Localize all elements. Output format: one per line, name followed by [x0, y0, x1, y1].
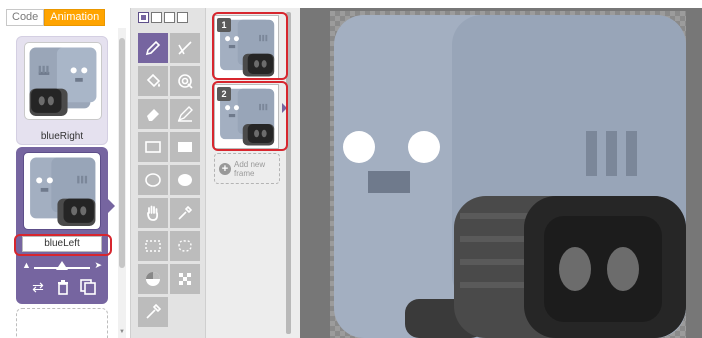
- frame-thumbnail-1[interactable]: 1: [214, 15, 279, 80]
- tab-code[interactable]: Code: [6, 9, 45, 26]
- transparency-icon[interactable]: [170, 264, 200, 294]
- animation-speed-slider[interactable]: ▲ ➤: [22, 258, 102, 272]
- rectangle-outline-icon[interactable]: [138, 132, 168, 162]
- frames-scrollbar[interactable]: [286, 12, 291, 334]
- ellipse-outline-icon[interactable]: [138, 165, 168, 195]
- frame-number-badge: 1: [217, 18, 231, 32]
- frame-thumbnail-2[interactable]: 2: [214, 84, 279, 149]
- turtle-icon: ▲: [22, 260, 31, 270]
- frame-number-badge: 2: [217, 87, 231, 101]
- scroll-down-icon[interactable]: ▼: [119, 329, 125, 335]
- eraser-icon[interactable]: [138, 99, 168, 129]
- brush-size-selector: [138, 12, 188, 23]
- robot-canvas-image: [334, 15, 686, 338]
- selected-frame-pointer: [282, 103, 287, 113]
- drawing-canvas[interactable]: [330, 11, 686, 338]
- lasso-freeform-icon[interactable]: [170, 231, 200, 261]
- eyedropper-icon[interactable]: [170, 198, 200, 228]
- trash-icon[interactable]: [55, 279, 71, 295]
- brush-size-1[interactable]: [138, 12, 149, 23]
- robot-right-image: [29, 47, 97, 116]
- animation-list: blueRight blueLeft ▲ ➤ ⇄: [8, 28, 116, 338]
- rabbit-icon: ➤: [94, 260, 102, 270]
- brush-size-2[interactable]: [151, 12, 162, 23]
- tool-palette: [130, 8, 206, 338]
- add-frame-label: Add new frame: [234, 159, 266, 178]
- fill-bucket-icon[interactable]: [138, 66, 168, 96]
- hand-icon[interactable]: [138, 198, 168, 228]
- loop-icon[interactable]: ⇄: [30, 279, 46, 295]
- animation-name-field[interactable]: blueLeft: [22, 236, 102, 252]
- ellipse-filled-icon[interactable]: [170, 165, 200, 195]
- animation-card-blueright[interactable]: blueRight: [16, 36, 108, 145]
- color-picker-icon[interactable]: [138, 297, 168, 327]
- duplicate-icon[interactable]: [80, 279, 96, 295]
- animation-actions: ⇄: [30, 279, 96, 295]
- animation-name-label: blueRight: [40, 131, 84, 142]
- brush-size-4[interactable]: [177, 12, 188, 23]
- add-new-frame-button[interactable]: + Add new frame: [214, 153, 280, 184]
- animation-card-blueleft[interactable]: blueLeft ▲ ➤ ⇄: [16, 147, 115, 304]
- animation-list-scrollbar[interactable]: ▼: [118, 28, 126, 338]
- speed-knob[interactable]: [56, 261, 68, 270]
- robot-left-image: [30, 157, 96, 226]
- scrollbar-thumb[interactable]: [119, 38, 125, 268]
- animation-thumbnail: [24, 42, 102, 120]
- pencil-icon[interactable]: [138, 33, 168, 63]
- rectangle-filled-icon[interactable]: [170, 132, 200, 162]
- canvas-area: [300, 8, 702, 338]
- plus-icon: +: [219, 162, 231, 175]
- brush-size-3[interactable]: [164, 12, 175, 23]
- selected-card-pointer: [108, 199, 115, 213]
- animation-thumbnail: [23, 152, 101, 230]
- line-icon[interactable]: [170, 33, 200, 63]
- editor-tabs: Code Animation: [6, 9, 106, 26]
- new-animation-slot[interactable]: [16, 308, 108, 338]
- rect-select-icon[interactable]: [138, 231, 168, 261]
- lasso-select-icon[interactable]: [170, 66, 200, 96]
- pen-icon[interactable]: [170, 99, 200, 129]
- tab-animation[interactable]: Animation: [44, 9, 106, 26]
- color-wheel-icon[interactable]: [138, 264, 168, 294]
